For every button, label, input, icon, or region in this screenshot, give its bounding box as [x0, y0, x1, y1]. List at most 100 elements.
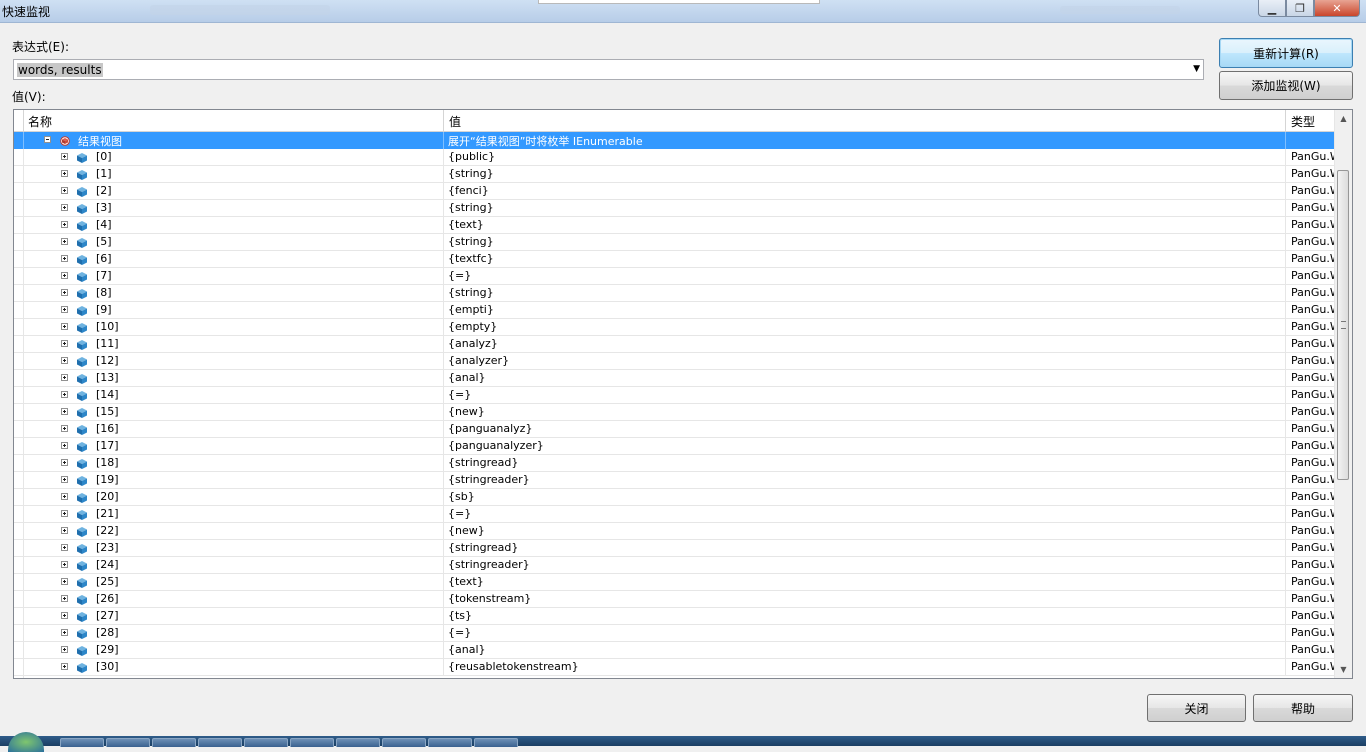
- table-row[interactable]: [27] {ts} PanGu.WordInfo: [14, 608, 1336, 625]
- table-row[interactable]: [23] {stringread} PanGu.WordInfo: [14, 540, 1336, 557]
- expand-icon[interactable]: [61, 323, 68, 330]
- table-row[interactable]: [20] {sb} PanGu.WordInfo: [14, 489, 1336, 506]
- object-icon: [77, 237, 87, 248]
- table-row[interactable]: [8] {string} PanGu.WordInfo: [14, 285, 1336, 302]
- expand-icon[interactable]: [61, 459, 68, 466]
- row-name: [5]: [96, 235, 112, 248]
- close-button[interactable]: 关闭: [1147, 694, 1246, 722]
- expand-icon[interactable]: [61, 510, 68, 517]
- table-row[interactable]: [2] {fenci} PanGu.WordInfo: [14, 183, 1336, 200]
- row-name: [25]: [96, 575, 119, 588]
- value-label: 值(V):: [12, 90, 46, 104]
- expand-icon[interactable]: [61, 595, 68, 602]
- table-row[interactable]: [25] {text} PanGu.WordInfo: [14, 574, 1336, 591]
- expand-icon[interactable]: [61, 153, 68, 160]
- expand-icon[interactable]: [61, 221, 68, 228]
- table-row[interactable]: [6] {textfc} PanGu.WordInfo: [14, 251, 1336, 268]
- table-row[interactable]: [1] {string} PanGu.WordInfo: [14, 166, 1336, 183]
- vertical-scrollbar[interactable]: ▲ ▼: [1334, 110, 1352, 678]
- column-gridline: [1285, 659, 1286, 676]
- scroll-down-icon[interactable]: ▼: [1335, 661, 1352, 678]
- expand-icon[interactable]: [61, 204, 68, 211]
- help-button[interactable]: 帮助: [1253, 694, 1353, 722]
- table-row[interactable]: [22] {new} PanGu.WordInfo: [14, 523, 1336, 540]
- table-row[interactable]: [3] {string} PanGu.WordInfo: [14, 200, 1336, 217]
- scroll-up-icon[interactable]: ▲: [1335, 110, 1352, 127]
- expand-icon[interactable]: [61, 238, 68, 245]
- row-type: PanGu.WordInfo: [1291, 439, 1335, 452]
- table-row[interactable]: [19] {stringreader} PanGu.WordInfo: [14, 472, 1336, 489]
- expand-icon[interactable]: [61, 289, 68, 296]
- row-type: PanGu.WordInfo: [1291, 269, 1335, 282]
- table-row[interactable]: [4] {text} PanGu.WordInfo: [14, 217, 1336, 234]
- row-value: {=}: [448, 507, 472, 520]
- table-row[interactable]: [29] {anal} PanGu.WordInfo: [14, 642, 1336, 659]
- table-row[interactable]: [13] {anal} PanGu.WordInfo: [14, 370, 1336, 387]
- expand-icon[interactable]: [61, 425, 68, 432]
- row-value: {anal}: [448, 371, 486, 384]
- expand-icon[interactable]: [61, 340, 68, 347]
- table-row[interactable]: [0] {public} PanGu.WordInfo: [14, 149, 1336, 166]
- table-row-root[interactable]: 结果视图 展开“结果视图”时将枚举 IEnumerable: [14, 132, 1336, 149]
- expand-icon[interactable]: [61, 391, 68, 398]
- column-gridline: [1285, 574, 1286, 591]
- expression-input[interactable]: words, results: [17, 63, 103, 77]
- expand-icon[interactable]: [61, 544, 68, 551]
- collapse-icon[interactable]: [44, 136, 51, 143]
- expand-icon[interactable]: [61, 663, 68, 670]
- minimize-icon[interactable]: ▁: [1258, 0, 1286, 17]
- column-gridline: [23, 574, 24, 591]
- start-orb-icon[interactable]: [8, 732, 44, 752]
- expression-combobox[interactable]: words, results ▼: [13, 59, 1204, 80]
- expand-icon[interactable]: [61, 374, 68, 381]
- expand-icon[interactable]: [61, 408, 68, 415]
- table-row[interactable]: [5] {string} PanGu.WordInfo: [14, 234, 1336, 251]
- recalculate-button[interactable]: 重新计算(R): [1219, 38, 1353, 68]
- expand-icon[interactable]: [61, 442, 68, 449]
- table-row[interactable]: [16] {panguanalyz} PanGu.WordInfo: [14, 421, 1336, 438]
- column-separator[interactable]: [443, 110, 444, 131]
- column-header-value[interactable]: 值: [449, 113, 461, 130]
- column-separator[interactable]: [1285, 110, 1286, 131]
- row-name: [22]: [96, 524, 119, 537]
- expand-icon[interactable]: [61, 306, 68, 313]
- table-row[interactable]: [11] {analyz} PanGu.WordInfo: [14, 336, 1336, 353]
- expand-icon[interactable]: [61, 476, 68, 483]
- column-header-name[interactable]: 名称: [28, 113, 52, 130]
- expand-icon[interactable]: [61, 170, 68, 177]
- window-controls: ▁ ❐ ✕: [1258, 0, 1360, 17]
- expand-icon[interactable]: [61, 357, 68, 364]
- table-row[interactable]: [15] {new} PanGu.WordInfo: [14, 404, 1336, 421]
- table-row[interactable]: [9] {empti} PanGu.WordInfo: [14, 302, 1336, 319]
- expand-icon[interactable]: [61, 629, 68, 636]
- table-row[interactable]: [7] {=} PanGu.WordInfo: [14, 268, 1336, 285]
- table-row[interactable]: [28] {=} PanGu.WordInfo: [14, 625, 1336, 642]
- expand-icon[interactable]: [61, 255, 68, 262]
- watch-grid[interactable]: 名称 值 类型 结果视图 展开“结果视图”时将枚举 IEnumerable [0] {…: [13, 109, 1353, 679]
- table-row[interactable]: [12] {analyzer} PanGu.WordInfo: [14, 353, 1336, 370]
- row-name: [17]: [96, 439, 119, 452]
- chevron-down-icon[interactable]: ▼: [1193, 64, 1200, 74]
- add-watch-button[interactable]: 添加监视(W): [1219, 71, 1353, 100]
- table-row[interactable]: [18] {stringread} PanGu.WordInfo: [14, 455, 1336, 472]
- expand-icon[interactable]: [61, 578, 68, 585]
- expand-icon[interactable]: [61, 272, 68, 279]
- expand-icon[interactable]: [61, 187, 68, 194]
- table-row[interactable]: [17] {panguanalyzer} PanGu.WordInfo: [14, 438, 1336, 455]
- expand-icon[interactable]: [61, 493, 68, 500]
- expand-icon[interactable]: [61, 527, 68, 534]
- expand-icon[interactable]: [61, 646, 68, 653]
- table-row[interactable]: [26] {tokenstream} PanGu.WordInfo: [14, 591, 1336, 608]
- row-type: PanGu.WordInfo: [1291, 558, 1335, 571]
- table-row[interactable]: [24] {stringreader} PanGu.WordInfo: [14, 557, 1336, 574]
- expand-icon[interactable]: [61, 612, 68, 619]
- column-header-type[interactable]: 类型: [1291, 113, 1315, 130]
- expand-icon[interactable]: [61, 561, 68, 568]
- table-row[interactable]: [14] {=} PanGu.WordInfo: [14, 387, 1336, 404]
- table-row[interactable]: [21] {=} PanGu.WordInfo: [14, 506, 1336, 523]
- table-row[interactable]: [30] {reusabletokenstream} PanGu.WordInfo: [14, 659, 1336, 676]
- close-icon[interactable]: ✕: [1314, 0, 1360, 17]
- scrollbar-thumb[interactable]: [1337, 170, 1349, 480]
- restore-icon[interactable]: ❐: [1286, 0, 1314, 17]
- table-row[interactable]: [10] {empty} PanGu.WordInfo: [14, 319, 1336, 336]
